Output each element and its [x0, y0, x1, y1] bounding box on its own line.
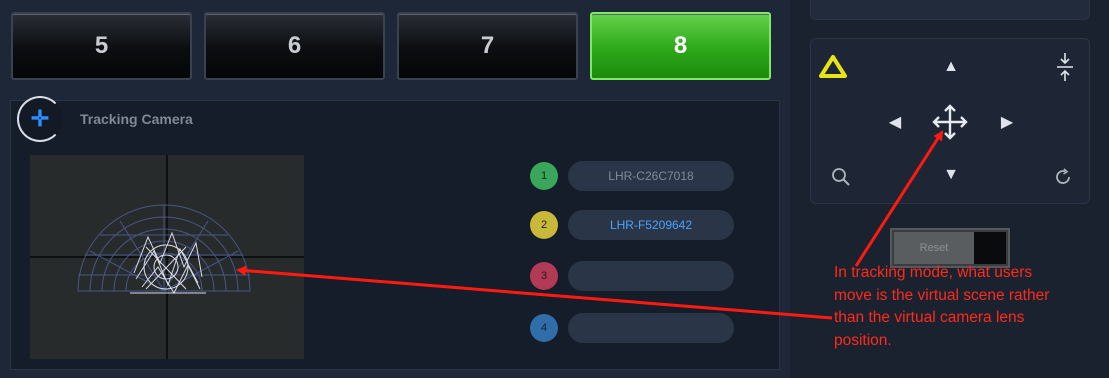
arrow-to-move-icon — [854, 130, 944, 267]
annotation-text: In tracking mode, what users move is the… — [834, 264, 1050, 349]
arrow-to-viewport — [236, 265, 833, 320]
